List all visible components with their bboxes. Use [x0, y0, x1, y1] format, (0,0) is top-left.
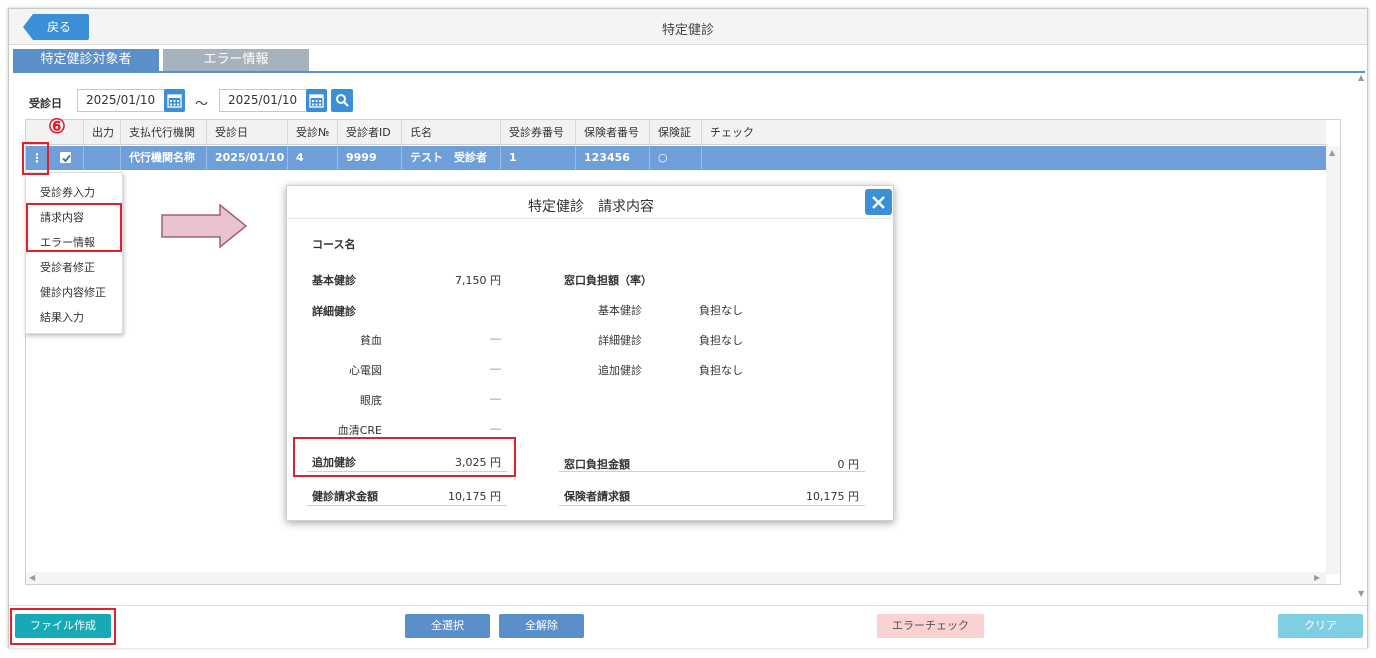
clear-button[interactable]: クリア [1278, 614, 1363, 638]
cell-name: テスト 受診者 [402, 146, 501, 170]
search-button[interactable] [331, 89, 353, 112]
row-checkbox[interactable] [60, 152, 71, 163]
scroll-down-icon[interactable]: ▼ [1358, 589, 1364, 598]
tab-underline [13, 71, 1365, 73]
cell-person-id: 9999 [338, 146, 402, 170]
scroll-up-icon[interactable]: ▲ [1358, 73, 1364, 82]
column-header-insurance-card[interactable]: 保険証 [650, 120, 702, 145]
tab-target-persons[interactable]: 特定健診対象者 [13, 49, 159, 71]
checkmark-icon [62, 154, 71, 163]
column-header-insurer-no[interactable]: 保険者番号 [576, 120, 650, 145]
column-header-agency[interactable]: 支払代行機関 [121, 120, 207, 145]
exam-date-label: 受診日 [29, 97, 62, 110]
cell-output [84, 146, 121, 170]
calendar-icon[interactable] [164, 89, 185, 112]
column-header-ticket-no[interactable]: 受診券番号 [501, 120, 576, 145]
detail-item-label: 血清CRE [337, 424, 382, 437]
cell-agency: 代行機関名称 [121, 146, 207, 170]
copay-item-value: 負担なし [699, 364, 743, 377]
underline [559, 471, 865, 472]
menu-item-ticket-input[interactable]: 受診券入力 [40, 184, 95, 200]
highlight-additional-exam [293, 437, 516, 477]
column-header-check[interactable]: チェック [702, 120, 1326, 145]
menu-item-result-input[interactable]: 結果入力 [40, 309, 84, 325]
scroll-left-icon[interactable]: ◀ [29, 573, 35, 582]
date-range-separator: ～ [195, 97, 209, 112]
grid-header: 出力 支払代行機関 受診日 受診№ 受診者ID 氏名 受診券番号 保険者番号 保… [26, 120, 1326, 145]
page-title: 特定健診 [661, 23, 714, 38]
close-button[interactable] [865, 189, 892, 215]
page-vertical-scrollbar[interactable]: ▲ ▼ [1357, 73, 1367, 603]
cell-ticket-no: 1 [501, 146, 576, 170]
copay-item-label: 基本健診 [598, 304, 642, 317]
cell-insurer-no: 123456 [576, 146, 650, 170]
detail-exam-label: 詳細健診 [312, 305, 356, 318]
insurer-claim-label: 保険者請求額 [564, 490, 630, 503]
copay-item-label: 追加健診 [598, 364, 642, 377]
column-header-person-id[interactable]: 受診者ID [338, 120, 402, 145]
exam-total-value: 10,175 円 [448, 490, 501, 503]
cell-insurance-card: ○ [650, 146, 702, 170]
exam-total-label: 健診請求金額 [312, 490, 378, 503]
copay-item-label: 詳細健診 [598, 334, 642, 347]
column-header-exam-date[interactable]: 受診日 [207, 120, 288, 145]
basic-exam-label: 基本健診 [312, 274, 356, 287]
copay-rate-label: 窓口負担額（率） [564, 274, 652, 287]
underline [307, 505, 507, 506]
underline [559, 505, 865, 506]
course-name-label: コース名 [312, 238, 356, 251]
search-icon [336, 94, 349, 107]
billing-details-dialog: 特定健診 請求内容 コース名 基本健診 7,150 円 詳細健診 貧血 ― 心電… [286, 185, 895, 521]
highlight-menu-items [26, 203, 122, 252]
row-context-menu: 受診券入力 請求内容 エラー情報 受診者修正 健診内容修正 結果入力 [25, 172, 123, 334]
detail-item-value: ― [490, 422, 501, 435]
highlight-create-file [10, 608, 116, 645]
dialog-divider [287, 218, 895, 219]
grid-vertical-scrollbar[interactable]: ▲ [1326, 146, 1340, 574]
copay-amount-label: 窓口負担金額 [564, 458, 630, 471]
header-bar: 戻る 特定健診 [9, 9, 1367, 45]
grid-horizontal-scrollbar[interactable]: ◀ ▶ [26, 572, 1326, 584]
deselect-all-button[interactable]: 全解除 [499, 614, 584, 638]
column-header-output[interactable]: 出力 [84, 120, 121, 145]
close-icon [872, 196, 885, 209]
copay-item-value: 負担なし [699, 304, 743, 317]
arrow-right-icon [161, 203, 248, 249]
detail-item-label: 眼底 [360, 394, 382, 407]
table-row[interactable]: ⋮ 代行機関名称 2025/01/10 4 9999 テスト 受診者 1 123… [26, 146, 1326, 170]
column-header-name[interactable]: 氏名 [402, 120, 501, 145]
date-to-input[interactable]: 2025/01/10 [219, 89, 307, 112]
scroll-right-icon[interactable]: ▶ [1314, 573, 1320, 582]
detail-item-value: ― [490, 332, 501, 345]
insurer-claim-value: 10,175 円 [806, 490, 859, 503]
calendar-icon[interactable] [306, 89, 327, 112]
step-number-badge: ⑥ [48, 114, 66, 138]
select-all-button[interactable]: 全選択 [405, 614, 490, 638]
menu-item-edit-exam[interactable]: 健診内容修正 [40, 284, 106, 300]
column-header-exam-no[interactable]: 受診№ [288, 120, 338, 145]
error-check-button[interactable]: エラーチェック [877, 614, 984, 638]
basic-exam-value: 7,150 円 [455, 274, 501, 287]
scroll-up-icon[interactable]: ▲ [1329, 148, 1335, 157]
footer-bar: ファイル作成 全選択 全解除 エラーチェック クリア [9, 605, 1367, 648]
row-select-cell [49, 146, 84, 170]
dialog-title: 特定健診 請求内容 [528, 199, 654, 215]
copay-item-value: 負担なし [699, 334, 743, 347]
detail-item-value: ― [490, 392, 501, 405]
cell-exam-date: 2025/01/10 [207, 146, 288, 170]
copay-amount-value: 0 円 [837, 458, 860, 471]
date-from-input[interactable]: 2025/01/10 [77, 89, 165, 112]
highlight-row-menu [22, 142, 49, 175]
detail-item-value: ― [490, 362, 501, 375]
tab-error-info[interactable]: エラー情報 [163, 49, 309, 71]
cell-check [702, 146, 1326, 170]
detail-item-label: 貧血 [360, 334, 382, 347]
menu-item-edit-person[interactable]: 受診者修正 [40, 259, 95, 275]
detail-item-label: 心電図 [349, 364, 382, 377]
cell-exam-no: 4 [288, 146, 338, 170]
